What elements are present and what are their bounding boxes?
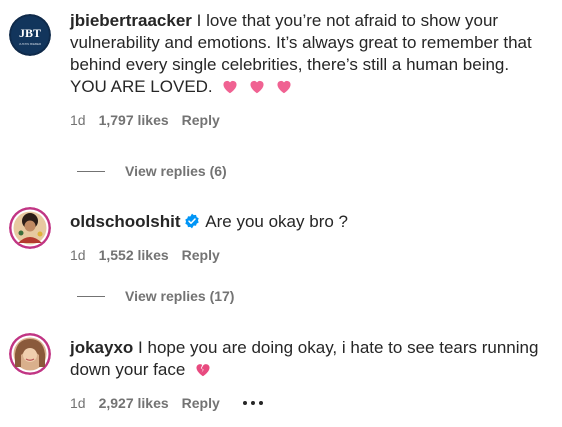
view-replies-label: View replies (6) <box>125 163 227 179</box>
avatar[interactable] <box>9 333 51 375</box>
comment-message: Are you okay bro ? <box>205 212 348 231</box>
divider-line <box>77 170 105 172</box>
comment-text: jokayxo I hope you are doing okay, i hat… <box>70 337 550 381</box>
pink-heart-icon <box>223 80 237 94</box>
avatar-image <box>9 333 51 375</box>
pink-heart-icon <box>250 80 264 94</box>
avatar-logo-subtext: JUSTIN BIEBER <box>19 42 42 46</box>
reply-button[interactable]: Reply <box>182 246 220 264</box>
comment-text: jbiebertraacker I love that you’re not a… <box>70 10 550 98</box>
comment-meta: 1d 1,552 likes Reply <box>70 246 550 264</box>
view-replies-label: View replies (17) <box>125 288 235 304</box>
avatar[interactable]: JBT JUSTIN BIEBER <box>9 14 51 56</box>
avatar-logo-text: JBT <box>19 26 41 40</box>
pink-heart-icon <box>277 80 291 94</box>
comments-list: JBT JUSTIN BIEBER jbiebertraacker I love… <box>0 0 562 427</box>
avatar-image <box>9 207 51 249</box>
view-replies-button[interactable]: View replies (6) <box>77 163 227 179</box>
comment-username[interactable]: jokayxo <box>70 338 133 357</box>
comment-message: I hope you are doing okay, i hate to see… <box>70 338 539 379</box>
comment-likes[interactable]: 1,797 likes <box>99 111 169 129</box>
comment-likes[interactable]: 1,552 likes <box>99 246 169 264</box>
comment-meta: 1d 1,797 likes Reply <box>70 111 550 129</box>
avatar[interactable] <box>9 207 51 249</box>
comment-time[interactable]: 1d <box>70 394 86 412</box>
comment-time[interactable]: 1d <box>70 246 86 264</box>
reply-button[interactable]: Reply <box>182 111 220 129</box>
comment-username[interactable]: oldschoolshit <box>70 212 181 231</box>
reply-button[interactable]: Reply <box>182 394 220 412</box>
verified-badge-icon <box>184 213 199 229</box>
comment-likes[interactable]: 2,927 likes <box>99 394 169 412</box>
comment-meta: 1d 2,927 likes Reply <box>70 394 550 412</box>
view-replies-button[interactable]: View replies (17) <box>77 288 234 304</box>
divider-line <box>77 295 105 297</box>
broken-heart-icon <box>196 364 210 377</box>
comment-text: oldschoolshit Are you okay bro ? <box>70 211 550 233</box>
comment-username[interactable]: jbiebertraacker <box>70 11 192 30</box>
more-options-icon[interactable] <box>242 394 264 412</box>
comment-time[interactable]: 1d <box>70 111 86 129</box>
avatar-image: JBT JUSTIN BIEBER <box>9 14 51 56</box>
